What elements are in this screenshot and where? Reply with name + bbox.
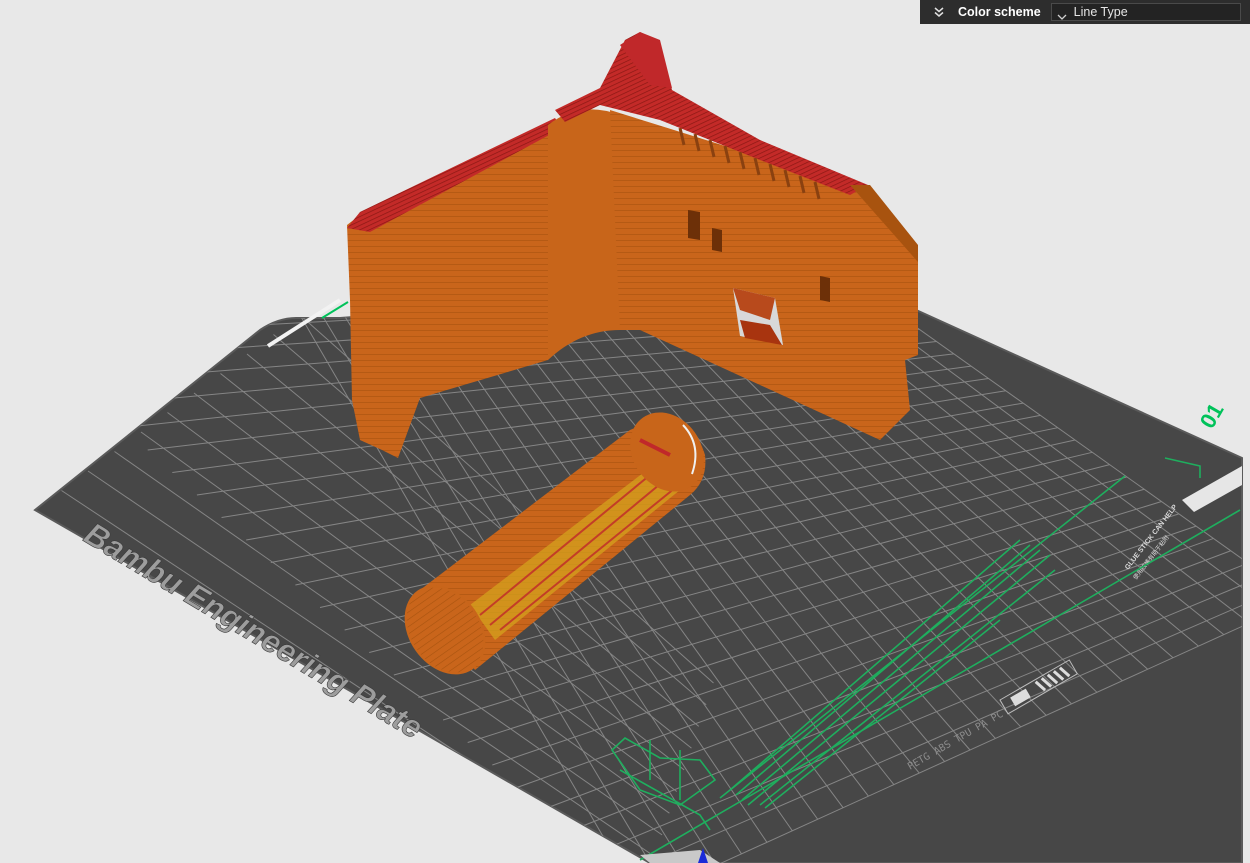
3d-preview-viewport[interactable]: Bambu Engineering Plate 01 PETG ABS TPU … bbox=[0, 0, 1250, 863]
plate-number-label: 01 bbox=[1195, 399, 1229, 433]
chevron-double-down-icon[interactable] bbox=[932, 5, 946, 19]
preview-scene: Bambu Engineering Plate 01 PETG ABS TPU … bbox=[33, 32, 1243, 863]
color-scheme-selected-value: Line Type bbox=[1073, 5, 1128, 19]
color-scheme-label: Color scheme bbox=[958, 5, 1041, 19]
color-scheme-select[interactable]: Line Type bbox=[1050, 3, 1241, 21]
color-scheme-panel: Color scheme Line Type bbox=[920, 0, 1250, 24]
chevron-down-icon bbox=[1056, 7, 1068, 20]
